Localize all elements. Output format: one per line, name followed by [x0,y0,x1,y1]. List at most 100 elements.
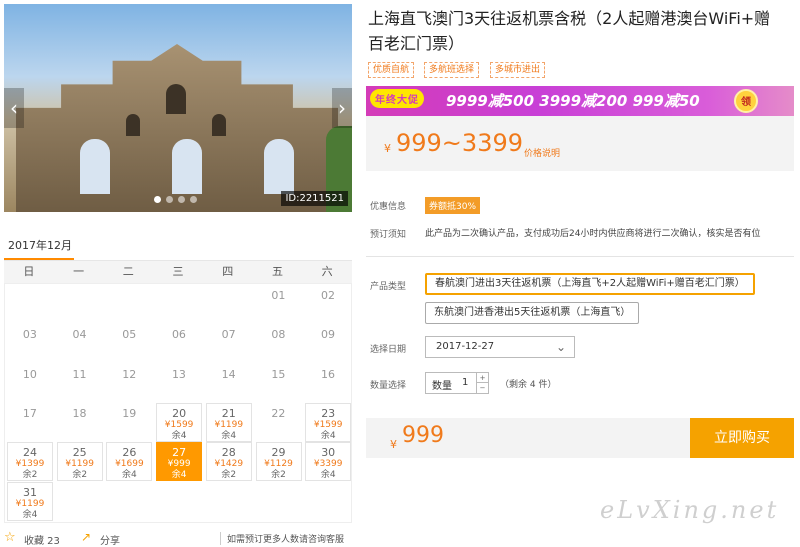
calendar-day: 17 [5,402,55,441]
day-stock: 余4 [122,470,137,481]
currency-symbol: ¥ [390,438,397,451]
calendar-day-available[interactable]: 30 ¥3399 余4 [305,442,352,482]
share-icon[interactable]: ↗ [81,530,91,544]
carousel-dot[interactable] [166,196,173,203]
day-number: 07 [221,328,236,342]
calendar-month-tab[interactable]: 2017年12月 [8,237,72,253]
tag: 优质自航 [368,62,415,78]
weekday-label: 五 [271,265,283,278]
favorite-button[interactable]: 收藏 23 [24,532,60,547]
day-price: ¥1129 [264,459,293,470]
calendar-day-available[interactable]: 21 ¥1199 余4 [205,402,252,442]
quantity-value[interactable]: 1 [462,377,468,388]
weekday-label: 日 [23,265,35,278]
day-stock: 余2 [72,470,88,481]
carousel-dot[interactable] [178,196,185,203]
calendar-day: 07 [204,323,254,362]
calendar-day-available[interactable]: 20 ¥1599 余4 [156,402,203,442]
day-number: 15 [271,367,286,381]
calendar-day: 16 [303,363,353,402]
price-range: 999~3399 [396,129,523,157]
calendar-day-available[interactable]: 28 ¥1429 余2 [205,442,252,482]
calendar-day: 04 [55,323,105,362]
product-type-option[interactable]: 东航澳门进香港出5天往返机票（上海直飞） [425,302,640,324]
day-stock: 余4 [221,430,237,441]
notice-text: 此产品为二次确认产品，支付成功后24小时内供应商将进行二次确认，核实是否有位 [425,229,761,239]
calendar-day: 15 [254,363,304,402]
calendar-day-available[interactable]: 26 ¥1699 余4 [106,442,153,482]
decrement-icon[interactable]: − [476,383,488,393]
calendar-day-available[interactable]: 29 ¥1129 余2 [255,442,302,482]
calendar-day: 14 [204,363,254,402]
image-id-badge: ID:2211521 [281,191,348,206]
calendar-day: 11 [55,363,105,402]
day-price: ¥1399 [15,459,45,470]
currency-symbol: ¥ [384,142,391,155]
day-stock: 余2 [22,470,38,481]
weekday-label: 二 [122,265,134,278]
divider [366,256,794,257]
date-select[interactable]: 2017-12-27 ⌄ [425,336,575,358]
calendar-day-available[interactable]: 23 ¥1599 余4 [305,402,352,442]
promo-banner[interactable]: 年终大促 9999减500 3999减200 999减50 [366,86,794,116]
coupon-coin-icon[interactable]: 领 [734,89,758,113]
day-price: ¥3399 [313,459,343,470]
help-text: 如需预订更多人数请咨询客服 [220,532,344,545]
day-stock: 余4 [320,430,336,441]
day-number: 05 [122,328,137,342]
day-stock: 余4 [22,509,38,520]
day-number: 19 [122,406,137,420]
calendar-day: 06 [154,323,204,362]
increment-icon[interactable]: + [476,373,488,383]
calendar-weekday-header: 日一二三四五六 [4,261,352,283]
day-number: 25 [72,446,87,460]
weekday-label: 四 [222,265,234,278]
calendar-day-available[interactable]: 27 ¥999 余4 [156,442,203,482]
weekday-label: 三 [172,265,184,278]
day-number: 22 [271,406,286,420]
active-tab-underline [4,258,74,260]
day-price: ¥1599 [313,419,343,430]
day-price: ¥999 [167,459,191,470]
day-number: 17 [22,406,37,420]
calendar-day-available[interactable]: 25 ¥1199 余2 [56,442,103,482]
carousel-next-button[interactable]: › [332,88,352,128]
carousel-dot[interactable] [190,196,197,203]
calendar-day: 02 [303,284,353,323]
share-button[interactable]: 分享 [100,532,120,547]
banner-badge: 年终大促 [370,89,424,108]
facade-shape [16,44,338,212]
day-number: 20 [172,406,187,420]
notice-label: 预订须知 [370,230,407,240]
price-explanation-link[interactable]: 价格说明 [524,146,560,159]
day-price: ¥1599 [164,419,194,430]
day-number: 26 [122,446,137,460]
day-stock: 余2 [271,470,286,481]
promo-label: 优惠信息 [370,202,407,212]
calendar-day-available[interactable]: 24 ¥1399 余2 [7,442,53,482]
date-value: 2017-12-27 [436,341,495,352]
day-number: 06 [171,328,186,342]
calendar-grid: 01 02 03 04 05 06 07 08 09 10 11 12 13 14 15 16 17 18 19 20… [4,283,352,523]
quantity-stepper[interactable]: 数量 1 + − [425,372,489,394]
calendar-day-available[interactable]: 31 ¥1199 余4 [7,481,53,521]
buy-now-button[interactable]: 立即购买 [690,418,794,458]
day-stock: 余4 [171,470,187,481]
carousel-dot[interactable] [154,196,161,203]
day-number: 21 [221,406,236,420]
day-number: 13 [171,367,186,381]
calendar-day: 05 [104,323,154,362]
day-number: 09 [321,328,336,342]
day-number: 01 [271,289,286,302]
watermark: eLvXing.net [600,496,780,524]
day-number: 24 [23,446,37,460]
carousel-dots[interactable] [154,196,197,203]
product-type-option-selected[interactable]: 春航澳门进出3天往返机票（上海直飞+2人起赠WiFi+赠百老汇门票） [425,273,755,295]
carousel-prev-button[interactable]: ‹ [4,88,24,128]
weekday-label: 六 [321,265,333,278]
day-number: 29 [271,446,286,460]
star-icon[interactable]: ☆ [4,530,16,545]
day-price: ¥1429 [214,459,244,470]
day-number: 10 [22,367,37,381]
quantity-field-label: 数量 [432,381,452,392]
